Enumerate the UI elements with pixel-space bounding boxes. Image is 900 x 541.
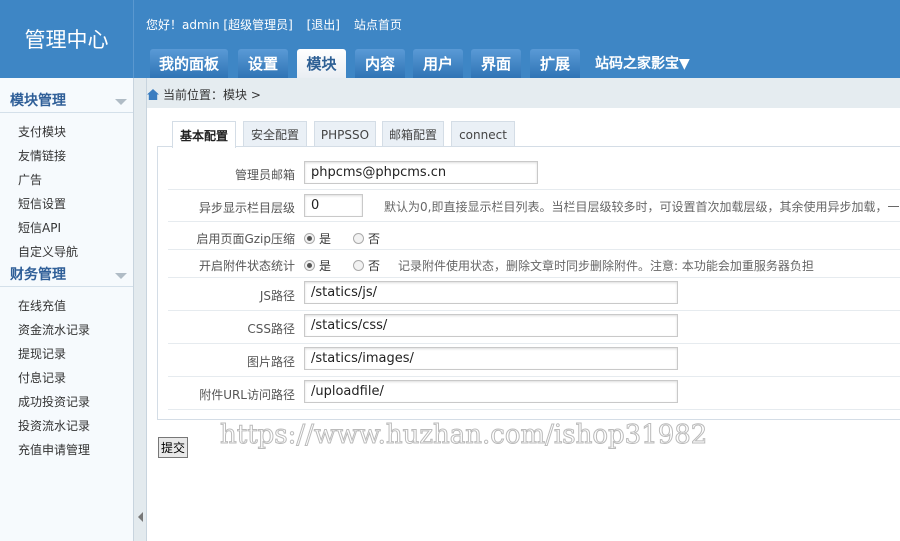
sidebar-group-finance[interactable]: 财务管理: [0, 263, 133, 287]
label: CSS路径: [247, 322, 295, 336]
async-level-tip: 默认为0,即直接显示栏目列表。当栏目层级较多时，可设置首次加载层级，其余使用异步…: [384, 200, 900, 214]
home-icon: [147, 89, 159, 100]
label: 图片路径: [246, 355, 295, 369]
nav-tab-content[interactable]: 内容: [355, 49, 405, 78]
site-dropdown[interactable]: 站码之家影宝▼: [595, 53, 690, 73]
gzip-yes-radio[interactable]: 是: [304, 230, 331, 247]
async-level-input[interactable]: 0: [304, 194, 363, 217]
sidebar-splitter[interactable]: [134, 78, 147, 541]
sidebar-item[interactable]: 在线充值: [18, 297, 66, 314]
radio-label: 是: [319, 232, 332, 246]
logo: 管理中心: [0, 0, 134, 78]
label: 管理员邮箱: [234, 168, 295, 182]
label: 附件URL访问路径: [199, 388, 295, 402]
submit-button[interactable]: 提交: [158, 437, 188, 458]
img-path-input[interactable]: /statics/images/: [304, 347, 678, 370]
nav-tab-interface[interactable]: 界面: [471, 49, 521, 78]
radio-checked-icon[interactable]: [304, 233, 315, 244]
admin-email-input[interactable]: phpcms@phpcms.cn: [304, 161, 538, 184]
attach-yes-radio[interactable]: 是: [304, 257, 331, 274]
sidebar-item[interactable]: 充值申请管理: [18, 441, 90, 458]
radio-icon[interactable]: [353, 260, 364, 271]
collapse-triangle-icon[interactable]: [115, 99, 127, 105]
nav-tab-users[interactable]: 用户: [413, 49, 463, 78]
radio-label: 否: [368, 259, 381, 273]
tab-phpsso[interactable]: PHPSSO: [314, 121, 376, 147]
sidebar-item[interactable]: 资金流水记录: [18, 321, 90, 338]
radio-checked-icon[interactable]: [304, 260, 315, 271]
css-path-input[interactable]: /statics/css/: [304, 314, 678, 337]
js-path-input[interactable]: /statics/js/: [304, 281, 678, 304]
sidebar-item[interactable]: 提现记录: [18, 345, 66, 362]
radio-label: 是: [319, 259, 332, 273]
sidebar-item[interactable]: 广告: [18, 171, 42, 188]
logout-link[interactable]: [退出]: [307, 18, 340, 32]
gzip-no-radio[interactable]: 否: [353, 230, 380, 247]
label: 异步显示栏目层级: [198, 201, 295, 215]
sidebar-item[interactable]: 自定义导航: [18, 243, 78, 260]
user-bar: 您好！admin [超级管理员] [退出] 站点首页: [146, 16, 412, 33]
sidebar-item[interactable]: 短信设置: [18, 195, 66, 212]
radio-label: 否: [368, 232, 381, 246]
tab-basic[interactable]: 基本配置: [172, 121, 236, 148]
sidebar-item[interactable]: 短信API: [18, 219, 61, 236]
nav-tab-settings[interactable]: 设置: [238, 49, 288, 78]
attach-no-radio[interactable]: 否: [353, 257, 380, 274]
greeting: 您好！admin [超级管理员]: [146, 18, 293, 32]
sidebar-group-modules[interactable]: 模块管理: [0, 89, 133, 113]
breadcrumb-text: 当前位置：模块 >: [163, 88, 261, 102]
site-home-link[interactable]: 站点首页: [354, 18, 402, 32]
upload-url-input[interactable]: /uploadfile/: [304, 380, 678, 403]
nav-tab-modules[interactable]: 模块: [297, 49, 346, 78]
tab-connect[interactable]: connect: [451, 121, 515, 147]
sidebar-item[interactable]: 支付模块: [18, 123, 66, 140]
sidebar-item[interactable]: 付息记录: [18, 369, 66, 386]
tab-security[interactable]: 安全配置: [243, 121, 307, 147]
label: 开启附件状态统计: [198, 259, 295, 273]
breadcrumb: 当前位置：模块 >: [147, 86, 261, 103]
label: JS路径: [259, 289, 295, 303]
watermark: https://www.huzhan.com/ishop31982: [219, 420, 708, 451]
attach-stat-tip: 记录附件使用状态，删除文章时同步删除附件。注意: 本功能会加重服务器负担: [398, 259, 814, 273]
sidebar-item[interactable]: 成功投资记录: [18, 393, 90, 410]
nav-tab-extend[interactable]: 扩展: [530, 49, 580, 78]
collapse-left-arrow-icon[interactable]: [138, 512, 143, 522]
collapse-triangle-icon[interactable]: [115, 273, 127, 279]
sidebar: 模块管理 支付模块 友情链接 广告 短信设置 短信API 自定义导航 财务管理 …: [0, 78, 134, 541]
label: 启用页面Gzip压缩: [196, 232, 295, 246]
group-title: 财务管理: [10, 267, 66, 283]
tab-mail[interactable]: 邮箱配置: [382, 121, 444, 147]
group-title: 模块管理: [10, 93, 66, 109]
radio-icon[interactable]: [353, 233, 364, 244]
sidebar-item[interactable]: 投资流水记录: [18, 417, 90, 434]
sidebar-item[interactable]: 友情链接: [18, 147, 66, 164]
nav-tab-panel[interactable]: 我的面板: [150, 49, 228, 78]
